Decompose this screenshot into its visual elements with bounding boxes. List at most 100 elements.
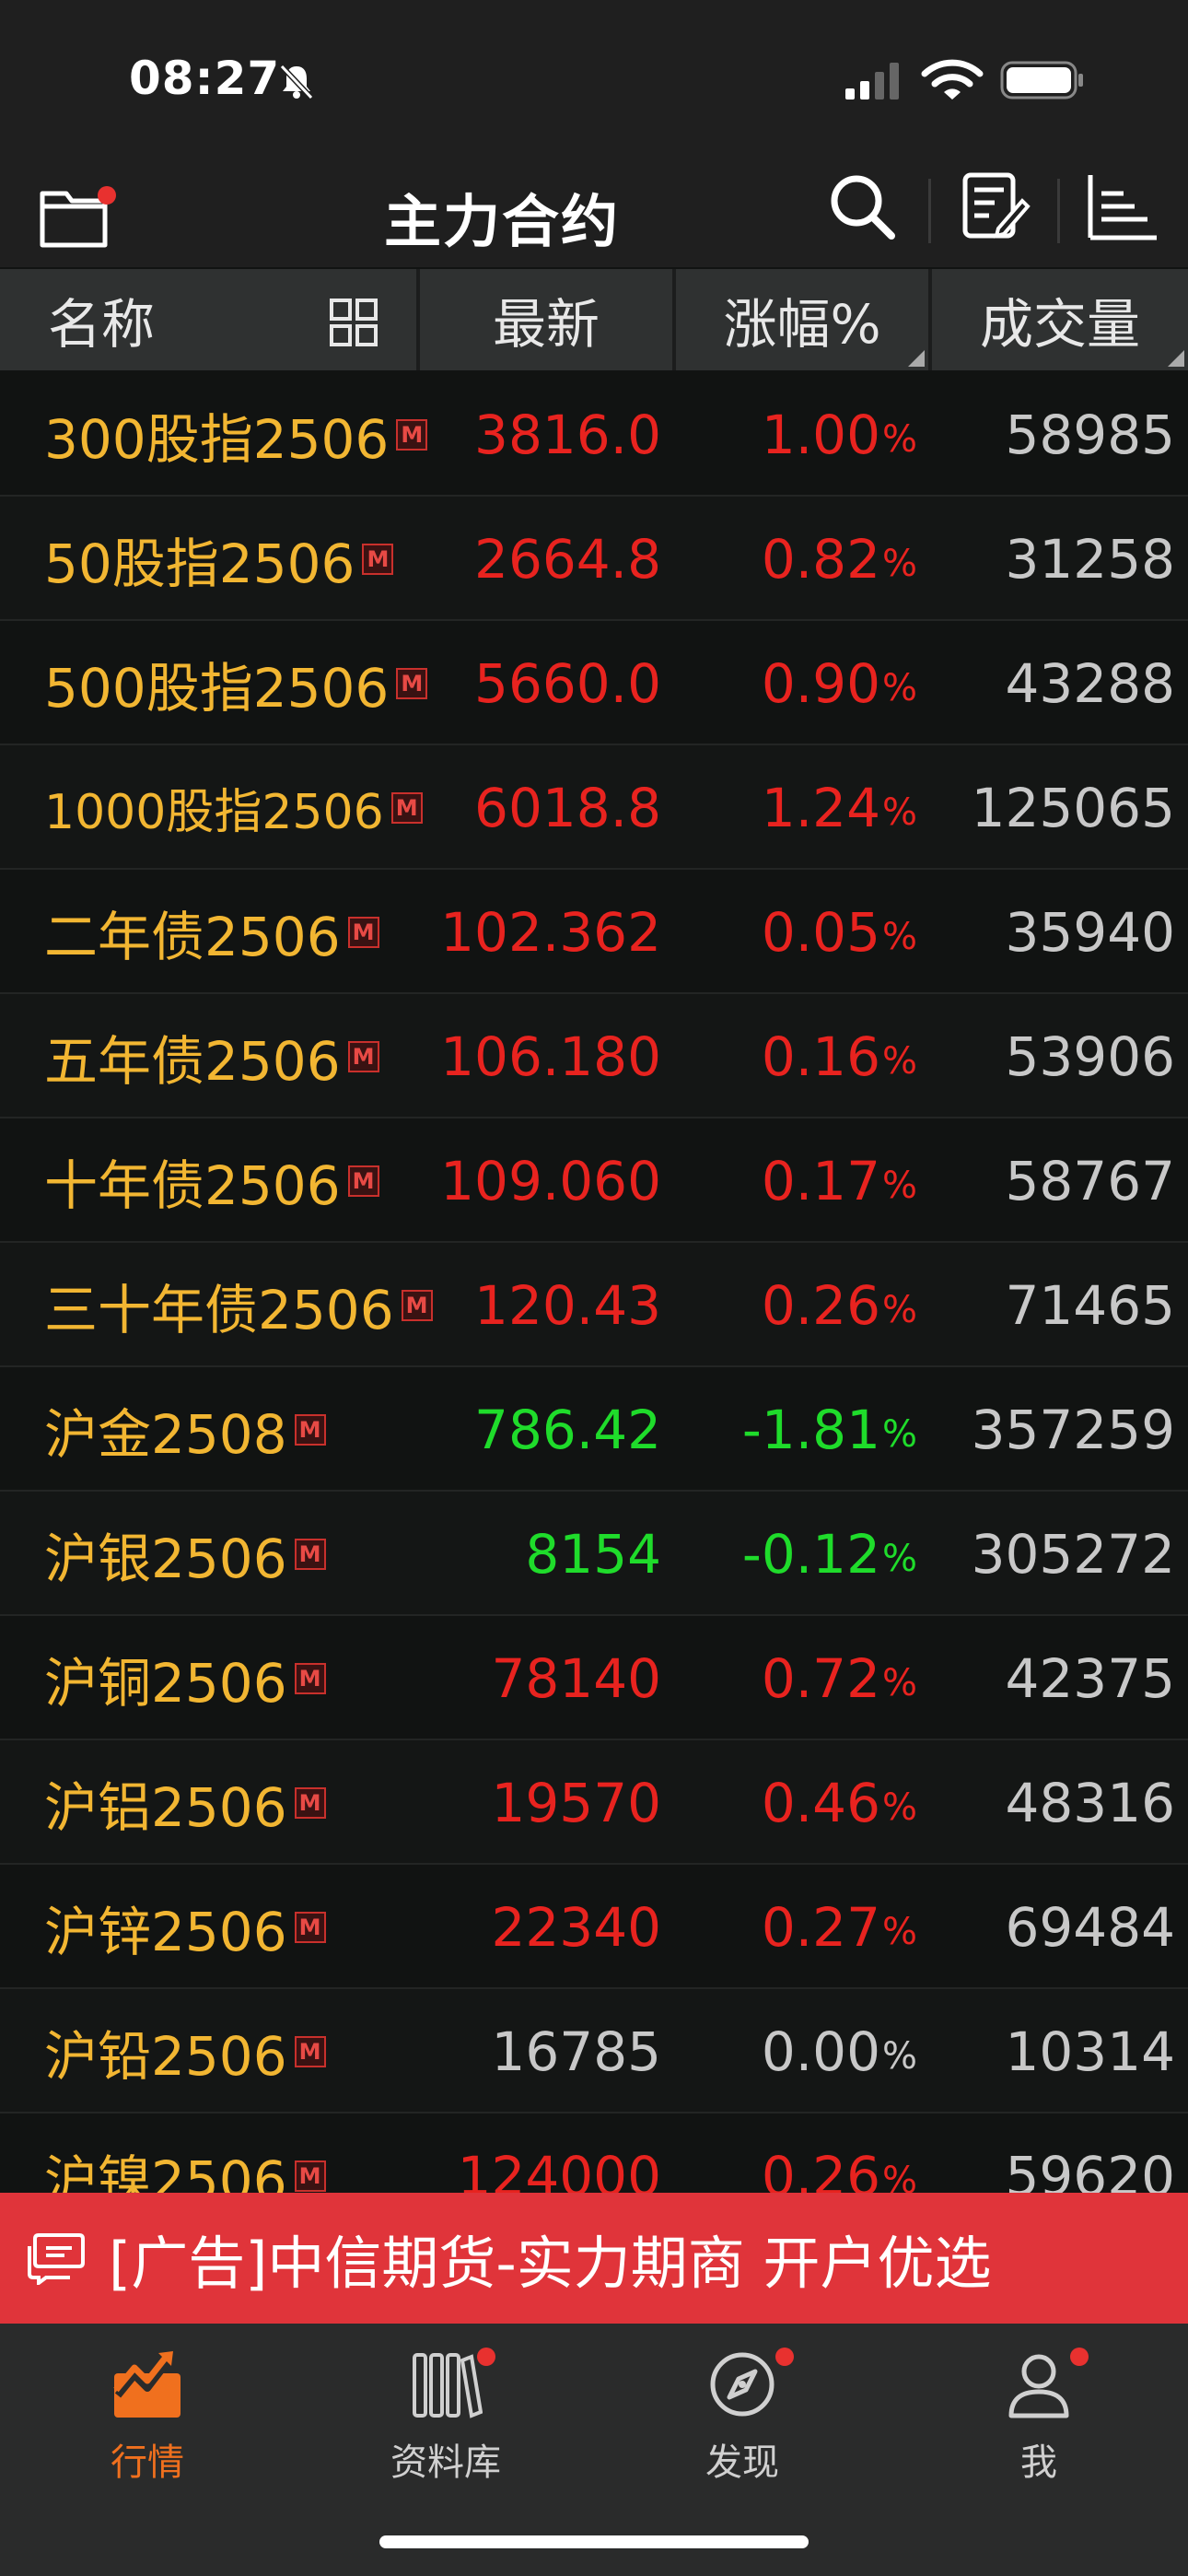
table-row[interactable]: 沪铝2506 M 19570 0.46% 48316 [0, 1740, 1188, 1865]
main-contract-badge: M [362, 543, 394, 575]
grid-icon[interactable] [328, 297, 379, 348]
latest-price: 6018.8 [474, 776, 661, 839]
table-row[interactable]: 五年债2506 M 106.180 0.16% 53906 [0, 994, 1188, 1118]
volume: 71465 [1005, 1273, 1175, 1337]
main-contract-badge: M [347, 1165, 379, 1197]
contract-name: 50股指2506 M [44, 497, 394, 621]
volume: 125065 [971, 776, 1175, 839]
table-row[interactable]: 沪铅2506 M 16785 0.00% 10314 [0, 1989, 1188, 2113]
change-percent: 0.26% [676, 1243, 917, 1367]
percent-sign: % [881, 666, 917, 709]
column-name-label: 名称 [48, 293, 156, 356]
tab-label: 我 [1020, 2441, 1057, 2484]
table-row[interactable]: 沪锌2506 M 22340 0.27% 69484 [0, 1865, 1188, 1989]
contract-name-text: 三十年债2506 [44, 1278, 394, 1341]
latest-price: 22340 [491, 1895, 661, 1959]
main-contract-badge: M [347, 1040, 379, 1072]
tab-label: 资料库 [390, 2441, 501, 2484]
battery-icon [1000, 61, 1083, 100]
compass-icon [710, 2352, 775, 2417]
latest-price: 8154 [525, 1522, 661, 1586]
change-percent: 0.72% [676, 1616, 917, 1740]
table-row[interactable]: 二年债2506 M 102.362 0.05% 35940 [0, 870, 1188, 994]
tab-me[interactable]: 我 [947, 2348, 1131, 2495]
table-row[interactable]: 十年债2506 M 109.060 0.17% 58767 [0, 1118, 1188, 1243]
contract-name: 沪铜2506 M [44, 1616, 326, 1740]
contract-name: 沪铅2506 M [44, 1989, 326, 2113]
contract-name: 沪锌2506 M [44, 1865, 326, 1989]
table-row[interactable]: 500股指2506 M 5660.0 0.90% 43288 [0, 621, 1188, 745]
column-volume[interactable]: 成交量 [932, 269, 1188, 370]
main-contract-badge: M [294, 2160, 326, 2192]
table-row[interactable]: 沪镍2506 M 124000 0.26% 59620 [0, 2113, 1188, 2193]
change-value: 0.05 [761, 900, 880, 964]
contract-name: 500股指2506 M [44, 621, 428, 745]
percent-sign: % [881, 542, 917, 585]
percent-sign: % [881, 790, 917, 834]
contract-name: 300股指2506 M [44, 372, 428, 497]
contract-name-text: 沪铅2506 [44, 2024, 287, 2088]
column-latest[interactable]: 最新 [420, 269, 676, 370]
volume: 31258 [1005, 527, 1175, 591]
change-value: -0.12 [741, 1522, 880, 1586]
message-icon [28, 2233, 85, 2285]
volume: 53906 [1005, 1025, 1175, 1088]
edit-list-icon [962, 172, 1031, 239]
change-percent: 0.00% [676, 1989, 917, 2113]
contract-name: 五年债2506 M [44, 994, 379, 1118]
percent-sign: % [881, 1039, 917, 1083]
table-row[interactable]: 300股指2506 M 3816.0 1.00% 58985 [0, 372, 1188, 497]
cellular-signal-icon [845, 63, 899, 100]
latest-price: 106.180 [440, 1025, 661, 1088]
latest-price: 2664.8 [474, 527, 661, 591]
column-name[interactable]: 名称 [0, 269, 420, 370]
tab-discover[interactable]: 发现 [650, 2348, 834, 2495]
contract-name: 沪镍2506 M [44, 2113, 326, 2193]
notification-dot [775, 2348, 794, 2366]
percent-sign: % [881, 1288, 917, 1331]
change-value: 0.26 [761, 2144, 880, 2194]
volume: 10314 [1005, 2020, 1175, 2083]
person-icon [1008, 2354, 1069, 2418]
volume: 58985 [1005, 403, 1175, 466]
contract-name-text: 二年债2506 [44, 905, 341, 968]
volume: 43288 [1005, 651, 1175, 715]
contract-name: 沪银2506 M [44, 1492, 326, 1616]
column-header: 名称 最新 涨幅% 成交量 [0, 269, 1188, 370]
percent-sign: % [881, 915, 917, 958]
table-row[interactable]: 1000股指2506 M 6018.8 1.24% 125065 [0, 745, 1188, 870]
table-row[interactable]: 50股指2506 M 2664.8 0.82% 31258 [0, 497, 1188, 621]
column-volume-label: 成交量 [979, 293, 1140, 356]
main-contract-badge: M [294, 2035, 326, 2067]
contract-name-text: 沪金2508 [44, 1402, 287, 1466]
table-row[interactable]: 沪铜2506 M 78140 0.72% 42375 [0, 1616, 1188, 1740]
contract-name: 十年债2506 M [44, 1118, 379, 1243]
sort-bars-icon [1088, 175, 1157, 240]
search-button[interactable] [825, 170, 899, 243]
latest-price: 120.43 [474, 1273, 661, 1337]
latest-price: 5660.0 [474, 651, 661, 715]
change-value: 1.00 [761, 403, 880, 466]
change-percent: 1.24% [676, 745, 917, 870]
table-row[interactable]: 沪金2508 M 786.42 -1.81% 357259 [0, 1367, 1188, 1492]
bell-muted-icon [279, 64, 314, 100]
ad-banner[interactable]: [广告]中信期货-实力期商 开户优选 [0, 2193, 1188, 2324]
column-change[interactable]: 涨幅% [676, 269, 932, 370]
latest-price: 19570 [491, 1771, 661, 1834]
table-row[interactable]: 沪银2506 M 8154 -0.12% 305272 [0, 1492, 1188, 1616]
change-percent: 0.82% [676, 497, 917, 621]
edit-list-button[interactable] [958, 170, 1031, 243]
main-contract-badge: M [294, 1662, 326, 1694]
contract-name: 沪铝2506 M [44, 1740, 326, 1865]
contract-name: 1000股指2506 M [44, 745, 423, 870]
table-row[interactable]: 三十年债2506 M 120.43 0.26% 71465 [0, 1243, 1188, 1367]
change-percent: 0.27% [676, 1865, 917, 1989]
contract-name: 二年债2506 M [44, 870, 379, 994]
tab-library[interactable]: 资料库 [354, 2348, 538, 2495]
tab-market[interactable]: 行情 [55, 2348, 239, 2495]
change-percent: 0.16% [676, 994, 917, 1118]
sort-button[interactable] [1083, 170, 1160, 243]
sort-indicator-icon [908, 350, 925, 367]
latest-price: 124000 [457, 2144, 661, 2194]
change-percent: 0.17% [676, 1118, 917, 1243]
